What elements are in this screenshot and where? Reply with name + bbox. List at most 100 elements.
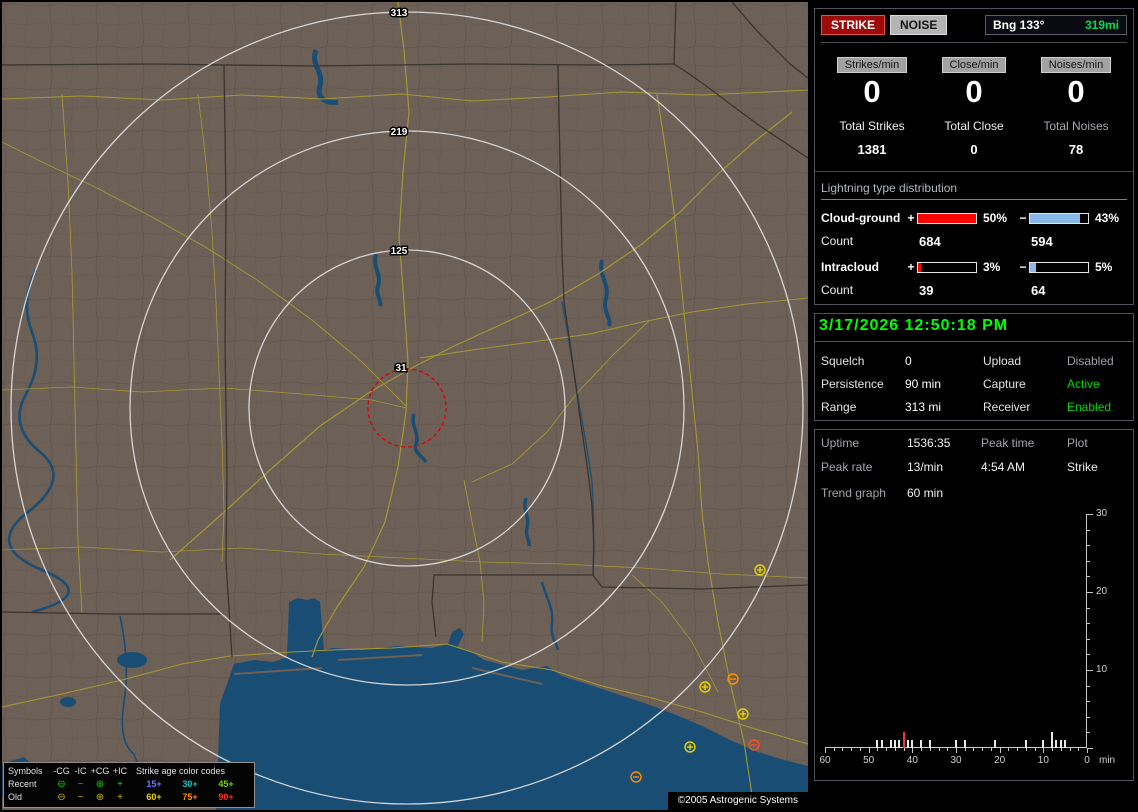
x-axis-tick <box>1078 748 1080 751</box>
x-axis-tick <box>982 748 984 751</box>
recent-pos-ic-icon: + <box>117 779 123 790</box>
y-axis-tick-label: 20 <box>1096 586 1108 597</box>
x-axis-tick <box>859 748 861 751</box>
count-label: Count <box>821 234 854 248</box>
totals-row: Total Strikes 1381 Total Close 0 Total N… <box>821 119 1127 157</box>
y-axis-tick <box>1087 607 1090 609</box>
lightning-map[interactable]: 313 219 125 31 Symbols -CG -IC +CG +IC S… <box>2 2 808 810</box>
age-code-90: 90+ <box>218 792 234 802</box>
peak-time-value: 4:54 AM <box>981 460 1026 474</box>
x-axis-tick <box>929 748 931 751</box>
total-strikes-value: 1381 <box>857 142 887 157</box>
y-axis-tick <box>1087 560 1090 562</box>
total-noises-label: Total Noises <box>1043 119 1109 133</box>
x-axis-tick <box>903 748 905 751</box>
cg-positive-bar <box>917 212 977 224</box>
plot-label: Plot <box>1067 436 1088 450</box>
recent-pos-cg-icon: ⊕ <box>95 779 105 790</box>
x-axis-tick <box>868 748 870 753</box>
range-value: 313 mi <box>905 400 942 414</box>
y-axis-tick <box>1087 529 1090 531</box>
nexstorm-app: { "map": { "rings": [ {"label": "313"}, … <box>0 0 1138 812</box>
trend-spike <box>1051 732 1054 748</box>
x-axis-tick <box>886 748 888 751</box>
legend-row-recent-label: Recent <box>8 779 37 789</box>
ic-positive-count: 39 <box>919 283 934 298</box>
cloud-ground-count-row: Count 684 594 <box>821 234 1127 249</box>
y-axis-tick-label: 30 <box>1096 508 1108 519</box>
strikes-per-min-value: 0 <box>863 74 881 109</box>
x-axis-tick <box>990 748 992 751</box>
cg-negative-count: 594 <box>1031 234 1053 249</box>
x-axis-tick <box>833 748 835 751</box>
x-axis-tick <box>851 748 853 751</box>
age-code-45: 45+ <box>218 779 234 789</box>
distribution-title: Lightning type distribution <box>821 181 1127 200</box>
y-axis-tick <box>1087 514 1093 515</box>
x-axis-tick <box>1060 748 1062 751</box>
cloud-ground-row: Cloud-ground + 50% − 43% <box>821 211 1127 225</box>
legend-header-pic: +IC <box>112 766 128 776</box>
capture-label: Capture <box>983 377 1026 391</box>
bearing-display: Bng 133° 319mi <box>985 15 1127 35</box>
trend-spike <box>889 740 892 748</box>
receiver-label: Receiver <box>983 400 1031 414</box>
copyright-label: ©2005 Astrogenic Systems <box>667 792 808 810</box>
x-axis-tick <box>1052 748 1054 751</box>
y-axis-tick <box>1087 638 1090 640</box>
peak-time-label: Peak time <box>981 436 1035 450</box>
bearing-distance: 319mi <box>1084 18 1119 32</box>
trend-spike <box>920 740 923 748</box>
trend-spike <box>898 740 901 748</box>
noise-button[interactable]: NOISE <box>890 15 948 35</box>
trend-spike <box>1024 740 1027 748</box>
persistence-value: 90 min <box>905 377 942 391</box>
receiver-status: Enabled <box>1067 400 1112 414</box>
old-pos-cg-icon: ⊕ <box>95 792 105 803</box>
ring-label-125: 125 <box>391 246 408 257</box>
total-close-value: 0 <box>970 142 978 157</box>
legend-header-ncg: -CG <box>53 766 70 776</box>
x-axis-tick <box>1034 748 1036 751</box>
ring-label-31: 31 <box>395 363 407 374</box>
noises-per-min-counter: Noises/min 0 <box>1025 55 1127 109</box>
trend-spike <box>902 732 905 748</box>
stats-grid: Uptime 1536:35 Peak time Plot Peak rate … <box>821 436 1127 474</box>
intracloud-row: Intracloud + 3% − 5% <box>821 260 1127 274</box>
x-axis-tick-label: 50 <box>863 755 875 766</box>
peak-rate-value: 13/min <box>907 460 944 474</box>
trend-spike <box>994 740 997 748</box>
strike-button[interactable]: STRIKE <box>821 15 886 35</box>
range-label: Range <box>821 400 857 414</box>
x-axis-tick <box>877 748 879 751</box>
old-neg-ic-icon: − <box>77 792 84 803</box>
trend-spike <box>955 740 957 748</box>
trend-graph: 30 20 10 60 50 40 30 20 10 0 min <box>819 508 1127 774</box>
age-code-60: 60+ <box>146 792 162 802</box>
x-axis-tick-label: 20 <box>994 755 1006 766</box>
trend-graph-label: Trend graph <box>821 486 886 500</box>
x-axis-tick <box>973 748 975 751</box>
y-axis-tick <box>1087 701 1090 703</box>
plot-value: Strike <box>1067 460 1098 474</box>
y-axis-tick <box>1087 592 1093 593</box>
settings-grid: Squelch 0 Upload Disabled Persistence 90… <box>821 354 1127 414</box>
x-axis-tick-label: 60 <box>819 755 831 766</box>
map-canvas: 313 219 125 31 <box>2 2 808 810</box>
x-axis-tick <box>1087 748 1088 753</box>
bearing-label: Bng 133° <box>993 18 1045 32</box>
y-axis-tick <box>1087 716 1090 718</box>
close-per-min-counter: Close/min 0 <box>923 55 1025 109</box>
ic-positive-pct: 3% <box>983 260 1001 274</box>
control-panel: STRIKE NOISE Bng 133° 319mi Strikes/min … <box>812 0 1136 812</box>
legend-row-old-label: Old <box>8 792 23 802</box>
trend-spike <box>1064 740 1067 748</box>
ic-negative-bar <box>1029 261 1089 273</box>
minus-sign: − <box>1019 211 1027 225</box>
close-per-min-value: 0 <box>965 74 983 109</box>
upload-status: Disabled <box>1067 354 1114 368</box>
cg-positive-count: 684 <box>919 234 941 249</box>
total-close-label: Total Close <box>944 119 1004 133</box>
x-axis-tick <box>912 748 914 753</box>
x-axis-tick-label: 10 <box>1037 755 1049 766</box>
